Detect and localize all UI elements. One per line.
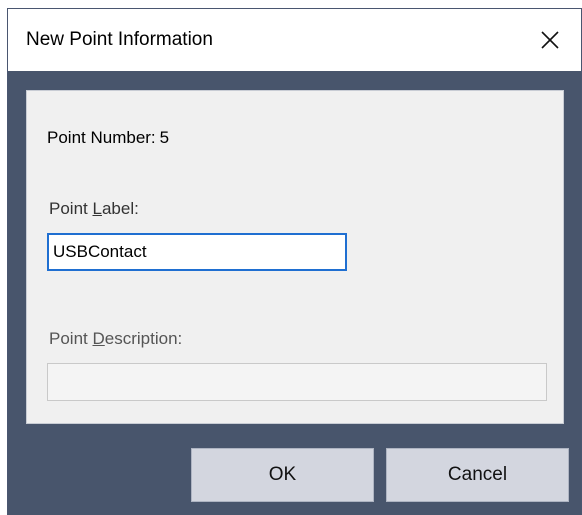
point-number-label: Point Number: <box>47 128 156 147</box>
new-point-dialog: New Point Information Point Number: 5 Poi… <box>7 8 582 515</box>
cancel-button[interactable]: Cancel <box>386 448 569 502</box>
dialog-title: New Point Information <box>26 29 213 50</box>
point-label-input[interactable] <box>47 233 347 271</box>
point-label-caption: Point Label: <box>49 199 139 219</box>
point-description-caption: Point Description: <box>49 329 182 349</box>
point-description-caption-accesskey: D <box>92 329 105 348</box>
ok-button[interactable]: OK <box>191 448 374 502</box>
content-panel: Point Number:5 Point Label: Point Descri… <box>26 90 564 424</box>
point-number-value: 5 <box>159 128 170 147</box>
point-description-caption-prefix: Point <box>49 329 93 348</box>
title-bar[interactable]: New Point Information <box>8 9 581 71</box>
close-button[interactable] <box>519 9 581 71</box>
point-number: Point Number: 5 <box>47 128 169 148</box>
point-description-input[interactable] <box>47 363 547 401</box>
close-icon <box>541 31 559 49</box>
point-description-caption-suffix: escription: <box>104 329 183 348</box>
point-label-caption-prefix: Point <box>49 199 93 218</box>
point-label-caption-accesskey: L <box>92 199 102 218</box>
point-label-caption-suffix: abel: <box>101 199 139 218</box>
